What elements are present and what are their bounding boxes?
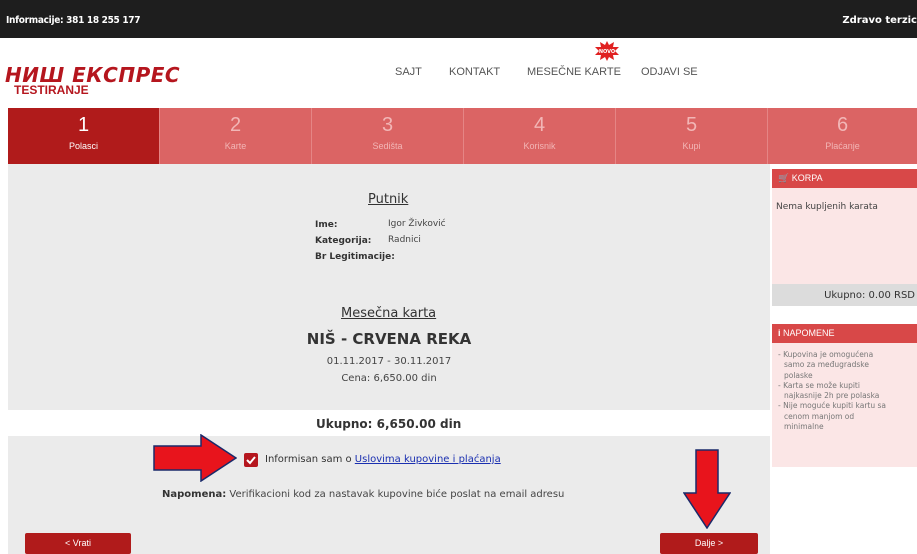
step-karte[interactable]: 2 Karte [160, 108, 312, 164]
step-number: 4 [533, 114, 546, 136]
nav-sajt[interactable]: SAJT [395, 66, 422, 78]
step-label: Sedišta [372, 141, 403, 151]
cart-total: Ukupno: 0.00 RSD [824, 290, 915, 301]
user-greeting: Zdravo terzic [842, 15, 917, 26]
notice-line: - Karta se može kupiti [778, 380, 860, 390]
notice-line: najkasnije 2h pre polaska [784, 391, 880, 401]
step-korisnik[interactable]: 4 Korisnik [464, 108, 616, 164]
notices-header: i NAPOMENE [772, 324, 917, 343]
terms-checkbox[interactable] [244, 453, 258, 467]
step-number: 6 [836, 114, 849, 136]
verification-note: Napomena: Verifikacioni kod za nastavak … [162, 489, 564, 500]
cart-icon: 🛒 [778, 173, 790, 183]
contact-info: Informacije: 381 18 255 177 [6, 15, 141, 26]
category-value: Radnici [388, 235, 421, 245]
ticket-dates: 01.11.2017 - 30.11.2017 [326, 356, 452, 367]
note-text: Verifikacioni kod za nastavak kupovine b… [226, 489, 565, 500]
category-label: Kategorija: [315, 236, 372, 246]
back-button[interactable]: < Vrati [25, 533, 131, 554]
checkmark-icon [246, 456, 256, 465]
nav-mesecne-karte[interactable]: MESEČNE KARTE [527, 66, 621, 78]
logo-subtitle: TESTIRANJE [14, 83, 89, 97]
notices-list: - Kupovina je omogućena samo za međugrad… [778, 350, 914, 432]
notice-line: - Nije moguće kupiti kartu sa [778, 401, 886, 411]
name-label: Ime: [315, 220, 338, 230]
step-number: 3 [381, 114, 394, 136]
cart-title: KORPA [791, 173, 823, 183]
ticket-title: Mesečna karta [341, 306, 437, 321]
nav-odjavi-se[interactable]: ODJAVI SE [641, 66, 698, 78]
step-kupi[interactable]: 5 Kupi [616, 108, 768, 164]
note-label: Napomena: [162, 489, 227, 500]
step-label: Plaćanje [825, 141, 860, 151]
new-badge-icon: NOVO [595, 41, 619, 61]
step-label: Kupi [682, 141, 701, 151]
step-bar: 1 Polasci 2 Karte 3 Sedišta 4 Korisnik 5… [8, 108, 917, 164]
ticket-route: NIŠ - CRVENA REKA [306, 330, 472, 348]
cart-empty-message: Nema kupljenih karata [776, 202, 878, 212]
step-label: Polasci [68, 141, 98, 151]
notices-title: NAPOMENE [783, 328, 835, 338]
step-label: Korisnik [523, 141, 556, 151]
top-bar: Informacije: 381 18 255 177 Zdravo terzi… [0, 0, 917, 38]
step-number: 2 [229, 114, 242, 136]
step-sedista[interactable]: 3 Sedišta [312, 108, 464, 164]
notice-line: cenom manjom od [784, 411, 855, 421]
notice-line: - Kupovina je omogućena [778, 350, 874, 359]
terms-label: Informisan sam o Uslovima kupovine i pla… [265, 454, 501, 465]
right-arrow-icon [153, 434, 237, 482]
terms-link[interactable]: Uslovima kupovine i plaćanja [355, 454, 501, 465]
step-label: Karte [224, 141, 247, 151]
step-placanje[interactable]: 6 Plaćanje [768, 108, 917, 164]
down-arrow-icon [683, 449, 731, 529]
notice-line: minimalne [784, 422, 824, 432]
name-value: Igor Živković [388, 219, 446, 229]
step-number: 5 [685, 114, 698, 136]
order-total: Ukupno: 6,650.00 din [316, 417, 462, 431]
step-number: 1 [77, 114, 90, 136]
nav-kontakt[interactable]: KONTAKT [449, 66, 500, 78]
notice-line: polaske [784, 370, 813, 380]
ticket-price: Cena: 6,650.00 din [341, 373, 437, 384]
passenger-title: Putnik [368, 192, 409, 207]
next-button[interactable]: Dalje > [660, 533, 758, 554]
terms-text: Informisan sam o [265, 454, 355, 465]
new-badge-text: NOVO [599, 49, 615, 55]
step-polasci[interactable]: 1 Polasci [8, 108, 160, 164]
info-icon: i [778, 328, 781, 338]
notice-line: samo za međugradske [784, 360, 869, 370]
id-label: Br Legitimacije: [315, 252, 395, 262]
cart-header: 🛒 KORPA [772, 169, 917, 188]
